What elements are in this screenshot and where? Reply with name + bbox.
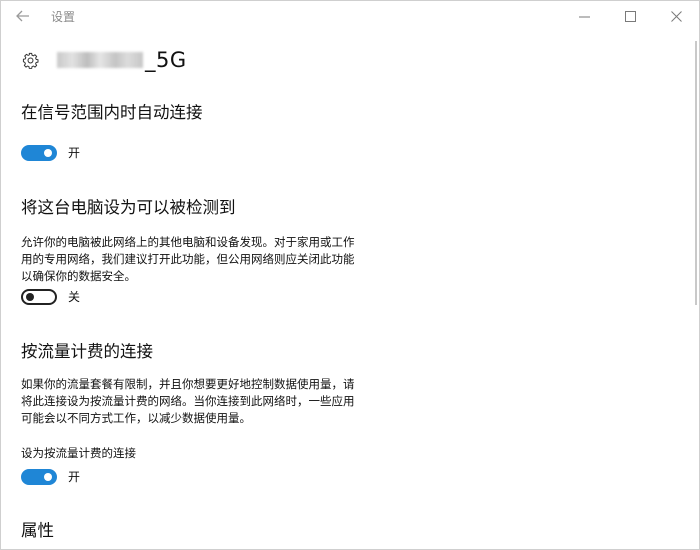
description-line: 将此连接设为按流量计费的网络。当你连接到此网络时，一些应用 — [21, 394, 355, 408]
gear-icon — [21, 51, 39, 69]
metered-toggle-label: 开 — [68, 470, 81, 484]
metered-toggle[interactable] — [21, 468, 57, 485]
maximize-button[interactable] — [607, 1, 653, 31]
auto-connect-toggle-row: 开 — [21, 144, 80, 161]
discoverable-toggle-row: 关 — [21, 288, 80, 305]
arrow-left-icon — [16, 10, 29, 22]
description-line: 可能会以不同方式工作，以减少数据使用量。 — [21, 411, 251, 425]
metered-title: 按流量计费的连接 — [21, 342, 153, 361]
network-name-suffix: _5G — [145, 48, 187, 72]
window-controls — [561, 1, 699, 31]
page-header: _5G — [21, 45, 187, 75]
scrollbar[interactable] — [695, 41, 697, 305]
back-button[interactable] — [1, 1, 45, 31]
description-line: 允许你的电脑被此网络上的其他电脑和设备发现。对于家用或工作 — [21, 235, 355, 249]
title-bar: 设置 — [1, 1, 699, 31]
auto-connect-title: 在信号范围内时自动连接 — [21, 103, 203, 122]
description-line: 以确保你的数据安全。 — [21, 269, 136, 283]
metered-description: 如果你的流量套餐有限制，并且你想要更好地控制数据使用量，请 将此连接设为按流量计… — [21, 376, 381, 427]
metered-toggle-row: 开 — [21, 468, 80, 485]
discoverable-title: 将这台电脑设为可以被检测到 — [21, 198, 236, 217]
close-icon — [670, 10, 682, 22]
discoverable-toggle-label: 关 — [68, 290, 81, 304]
minimize-icon — [578, 16, 590, 17]
network-name-redacted — [57, 52, 143, 68]
description-line: 如果你的流量套餐有限制，并且你想要更好地控制数据使用量，请 — [21, 377, 355, 391]
auto-connect-toggle[interactable] — [21, 144, 57, 161]
discoverable-description: 允许你的电脑被此网络上的其他电脑和设备发现。对于家用或工作 用的专用网络，我们建… — [21, 234, 381, 285]
auto-connect-toggle-label: 开 — [68, 146, 81, 160]
toggle-knob — [44, 148, 52, 157]
window-title: 设置 — [51, 9, 76, 24]
minimize-button[interactable] — [561, 1, 607, 31]
maximize-icon — [624, 10, 636, 22]
properties-title: 属性 — [21, 521, 54, 540]
toggle-knob — [44, 472, 52, 481]
description-line: 用的专用网络，我们建议打开此功能，但公用网络则应关闭此功能 — [21, 252, 355, 266]
metered-setting-label: 设为按流量计费的连接 — [21, 446, 136, 460]
settings-window: 设置 _5G 在信号范围内时自动连接 开 将这台电脑设为可以被检测到 允许你的电… — [0, 0, 700, 550]
discoverable-toggle[interactable] — [21, 288, 57, 305]
close-button[interactable] — [653, 1, 699, 31]
toggle-knob — [26, 292, 34, 301]
